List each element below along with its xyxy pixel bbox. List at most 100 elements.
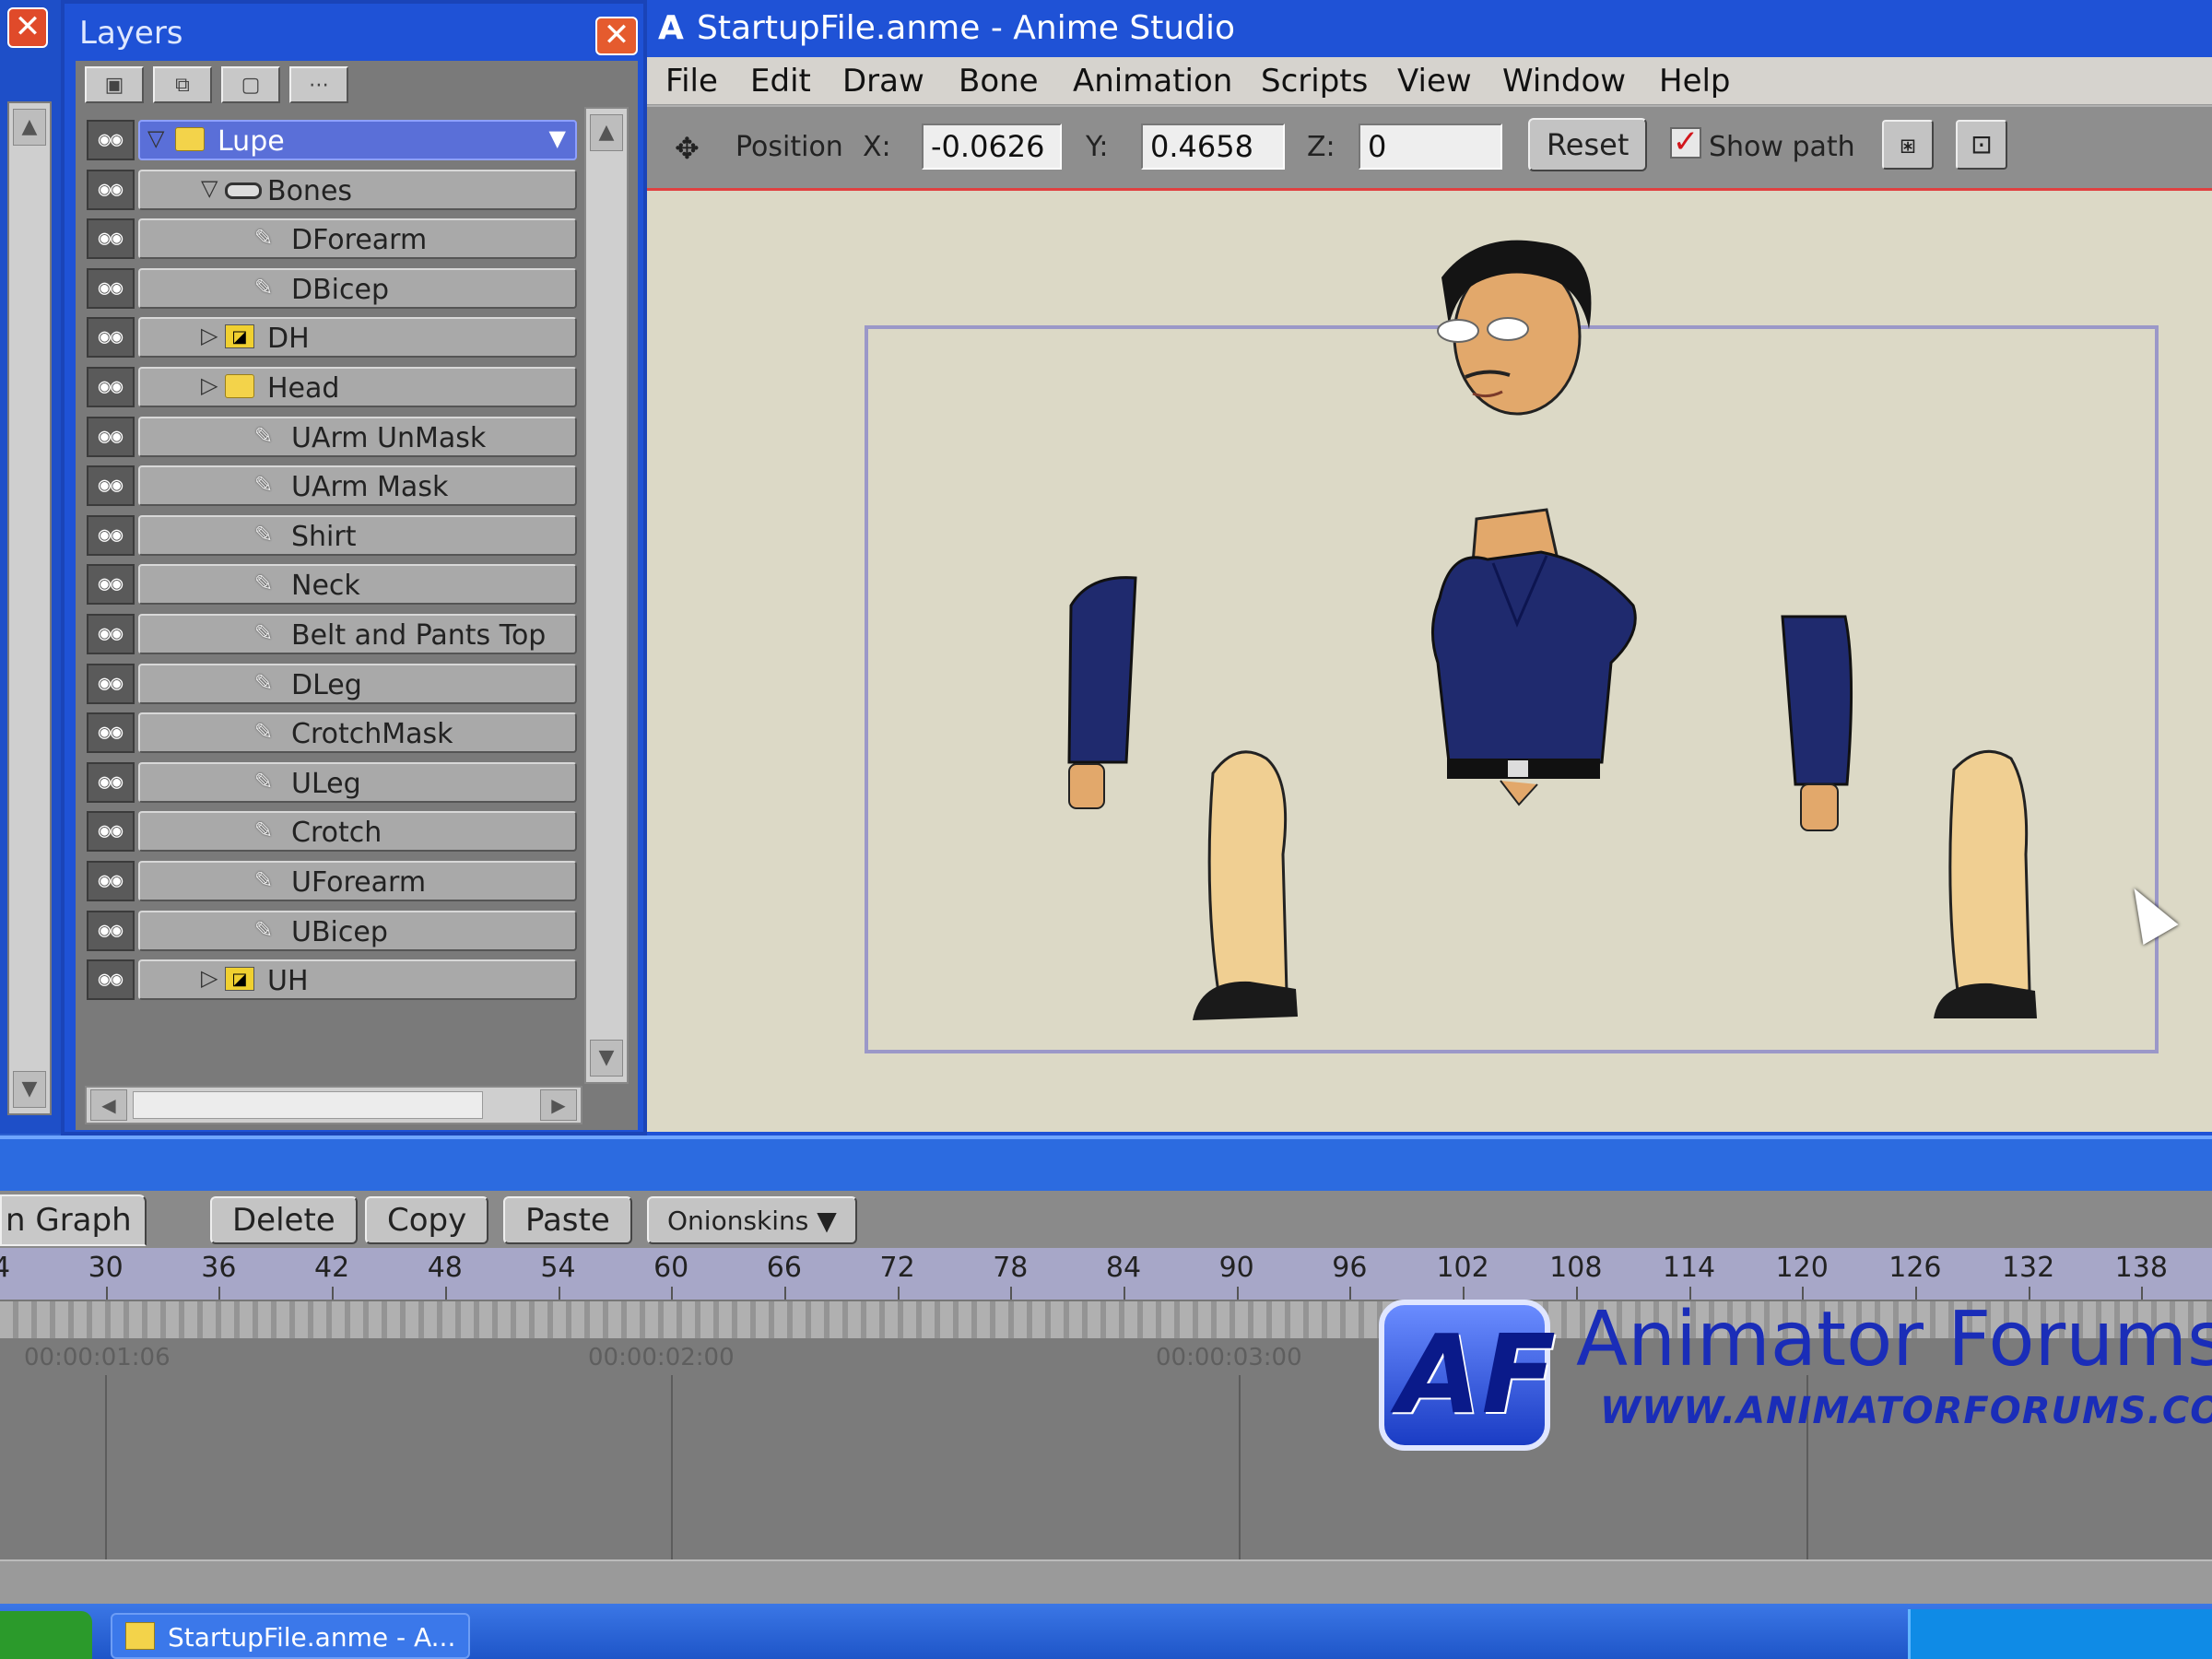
visibility-eye-icon[interactable]: ◉◉ — [87, 465, 135, 507]
visibility-eye-icon[interactable]: ◉◉ — [87, 120, 135, 160]
layer-row[interactable]: ◉◉ ✎ UForearm — [87, 859, 579, 903]
scroll-down-icon[interactable]: ▼ — [590, 1040, 623, 1077]
layer-row[interactable]: ◉◉ ✎ UArm Mask — [87, 464, 579, 508]
y-position-field[interactable]: 0.4658 — [1141, 124, 1285, 170]
delete-layer-icon[interactable]: ▢ — [221, 66, 280, 103]
layer-row[interactable]: ◉◉ ✎ Crotch — [87, 809, 579, 853]
visibility-eye-icon[interactable]: ◉◉ — [87, 218, 135, 260]
layer-bar[interactable]: ✎ DForearm — [138, 218, 577, 260]
expand-triangle-icon[interactable]: ▷ — [201, 372, 218, 398]
visibility-eye-icon[interactable]: ◉◉ — [87, 367, 135, 407]
layer-bar[interactable]: ✎ UArm Mask — [138, 465, 577, 507]
visibility-eye-icon[interactable]: ◉◉ — [87, 663, 135, 704]
reset-button[interactable]: Reset — [1528, 118, 1648, 171]
visibility-eye-icon[interactable]: ◉◉ — [87, 761, 135, 803]
left-scrollbar[interactable]: ▲ ▼ — [7, 101, 52, 1115]
frame-ruler[interactable]: 24 30 36 42 48 54 60 66 72 78 84 90 96 102 108 114 120 12… — [0, 1248, 2212, 1301]
scroll-right-icon[interactable]: ▶ — [540, 1089, 577, 1121]
layer-row[interactable]: ◉◉ ▷ ◪ UH — [87, 958, 579, 1002]
expand-triangle-icon[interactable]: ▷ — [201, 965, 218, 991]
lock-option-icon[interactable]: ⊡ — [1956, 120, 2007, 170]
visibility-eye-icon[interactable]: ◉◉ — [87, 614, 135, 654]
layer-row[interactable]: ◉◉ ✎ UArm UnMask — [87, 415, 579, 459]
layers-close-button[interactable]: ✕ — [595, 17, 638, 55]
paste-button[interactable]: Paste — [503, 1196, 632, 1244]
layer-row[interactable]: ◉◉ ▷ ◪ DH — [87, 315, 579, 359]
layer-bar[interactable]: ✎ Belt and Pants Top — [138, 614, 577, 654]
x-position-field[interactable]: -0.0626 — [922, 124, 1062, 170]
menu-scripts[interactable]: Scripts — [1261, 63, 1368, 100]
visibility-eye-icon[interactable]: ◉◉ — [87, 514, 135, 556]
layer-options-icon[interactable]: ⋯ — [289, 66, 348, 103]
menu-draw[interactable]: Draw — [842, 63, 924, 100]
layer-bar[interactable]: ✎ ULeg — [138, 761, 577, 803]
new-layer-icon[interactable]: ▣ — [85, 66, 144, 103]
layer-bar[interactable]: ▷ ◪ DH — [138, 317, 577, 359]
layer-row[interactable]: ◉◉ ✎ Belt and Pants Top — [87, 612, 579, 656]
delete-button[interactable]: Delete — [210, 1196, 358, 1244]
show-path-checkbox[interactable]: ✓ — [1670, 126, 1701, 159]
menu-bone[interactable]: Bone — [959, 63, 1039, 100]
start-button[interactable] — [0, 1611, 92, 1659]
layer-row[interactable]: ◉◉ ✎ Neck — [87, 562, 579, 606]
menu-animation[interactable]: Animation — [1073, 63, 1232, 100]
drawing-canvas[interactable] — [647, 188, 2212, 1132]
layer-bar[interactable]: ✎ UForearm — [138, 861, 577, 901]
menu-help[interactable]: Help — [1659, 63, 1731, 100]
layers-horizontal-scrollbar[interactable]: ◀ ▶ — [85, 1086, 582, 1124]
scroll-up-icon[interactable]: ▲ — [590, 114, 623, 151]
close-icon[interactable]: ✕ — [7, 7, 48, 48]
menu-edit[interactable]: Edit — [750, 63, 811, 100]
layers-vertical-scrollbar[interactable]: ▲ ▼ — [584, 107, 629, 1084]
visibility-eye-icon[interactable]: ◉◉ — [87, 317, 135, 359]
layer-row[interactable]: ◉◉ ✎ DForearm — [87, 217, 579, 261]
layer-row[interactable]: ◉◉ ✎ Shirt — [87, 513, 579, 558]
visibility-eye-icon[interactable]: ◉◉ — [87, 811, 135, 853]
visibility-eye-icon[interactable]: ◉◉ — [87, 861, 135, 901]
menu-view[interactable]: View — [1397, 63, 1472, 100]
taskbar-item[interactable]: StartupFile.anme - A... — [111, 1613, 470, 1659]
layer-row[interactable]: ◉◉ ✎ CrotchMask — [87, 711, 579, 755]
menu-window[interactable]: Window — [1502, 63, 1626, 100]
onionskins-dropdown[interactable]: Onionskins ▼ — [647, 1196, 857, 1244]
layer-bar[interactable]: ✎ Neck — [138, 564, 577, 606]
visibility-eye-icon[interactable]: ◉◉ — [87, 169, 135, 210]
layer-bar[interactable]: ✎ Crotch — [138, 811, 577, 853]
z-position-field[interactable]: 0 — [1359, 124, 1502, 170]
collapse-triangle-icon[interactable]: ▽ — [201, 175, 218, 201]
layer-row[interactable]: ◉◉ ✎ ULeg — [87, 760, 579, 805]
duplicate-layer-icon[interactable]: ⧉ — [153, 66, 212, 103]
scroll-left-icon[interactable]: ◀ — [90, 1089, 127, 1121]
expand-triangle-icon[interactable]: ▷ — [201, 323, 218, 348]
layer-row[interactable]: ◉◉ ▷ Head — [87, 365, 579, 409]
layer-bar[interactable]: ✎ DBicep — [138, 267, 577, 309]
layer-row[interactable]: ◉◉ ✎ UBicep — [87, 909, 579, 953]
layer-bar[interactable]: ✎ CrotchMask — [138, 712, 577, 754]
scroll-down-icon[interactable]: ▼ — [13, 1071, 46, 1108]
layer-bar[interactable]: ✎ UArm UnMask — [138, 416, 577, 457]
visibility-eye-icon[interactable]: ◉◉ — [87, 416, 135, 457]
scroll-up-icon[interactable]: ▲ — [13, 109, 46, 146]
layer-bar[interactable]: ▷ ◪ UH — [138, 959, 577, 1001]
layer-row[interactable]: ◉◉ ✎ DBicep — [87, 266, 579, 311]
layer-bar[interactable]: ✎ UBicep — [138, 910, 577, 951]
layer-row[interactable]: ◉◉ ▽ Lupe ▼ — [87, 118, 579, 162]
layer-bar[interactable]: ▽ Bones — [138, 169, 577, 210]
scroll-thumb[interactable] — [133, 1091, 483, 1119]
menu-file[interactable]: File — [665, 63, 718, 100]
layer-bar[interactable]: ▷ Head — [138, 367, 577, 407]
layer-dropdown-icon[interactable]: ▼ — [549, 125, 566, 151]
visibility-eye-icon[interactable]: ◉◉ — [87, 712, 135, 754]
copy-button[interactable]: Copy — [365, 1196, 489, 1244]
key-option-icon[interactable]: ⧆ — [1882, 120, 1934, 170]
collapse-triangle-icon[interactable]: ▽ — [147, 125, 164, 151]
layer-row[interactable]: ◉◉ ✎ DLeg — [87, 662, 579, 706]
layer-row[interactable]: ◉◉ ▽ Bones — [87, 168, 579, 212]
visibility-eye-icon[interactable]: ◉◉ — [87, 910, 135, 951]
layer-bar[interactable]: ✎ DLeg — [138, 663, 577, 704]
visibility-eye-icon[interactable]: ◉◉ — [87, 564, 135, 606]
layer-bar[interactable]: ✎ Shirt — [138, 514, 577, 556]
layer-bar[interactable]: ▽ Lupe ▼ — [138, 120, 577, 160]
visibility-eye-icon[interactable]: ◉◉ — [87, 267, 135, 309]
tab-motion-graph[interactable]: n Graph — [0, 1194, 147, 1246]
